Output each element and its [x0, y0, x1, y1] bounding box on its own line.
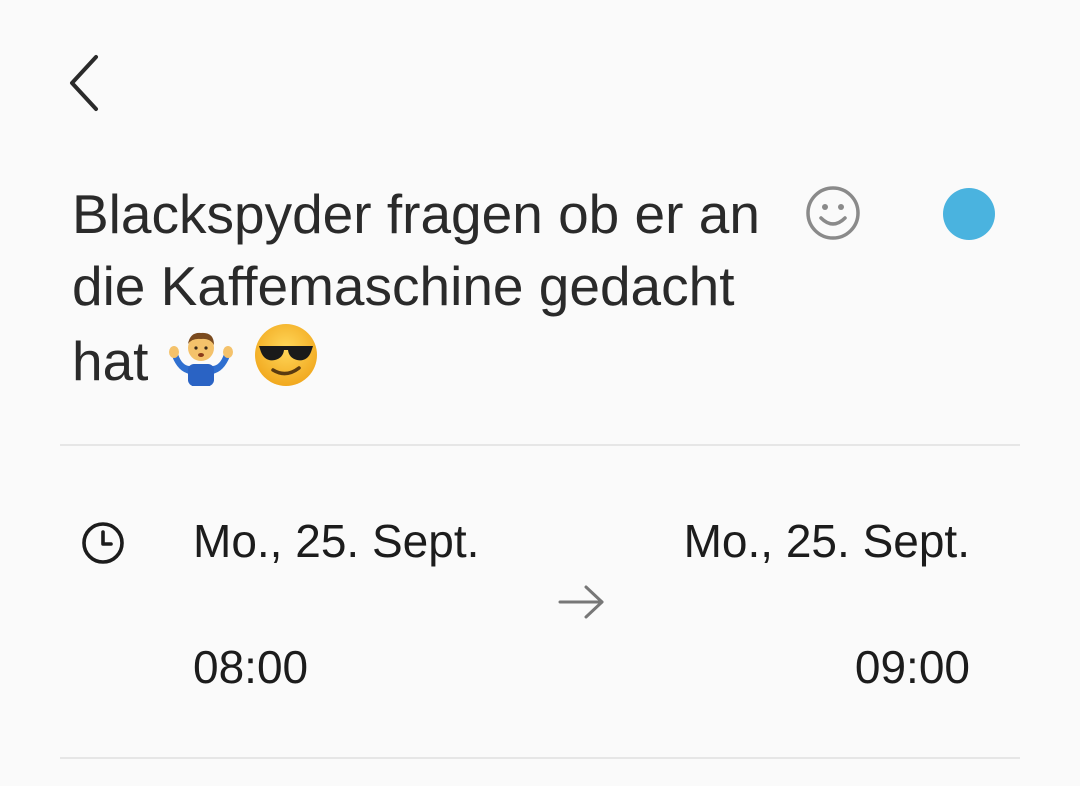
end-time[interactable]: 09:00	[855, 640, 970, 694]
back-button[interactable]	[56, 48, 112, 118]
event-title[interactable]: Blackspyder fragen ob er an die Kaffemas…	[72, 178, 772, 397]
event-color-dot[interactable]	[943, 188, 995, 240]
chevron-left-icon	[70, 55, 98, 111]
sunglasses-emoji	[255, 324, 318, 386]
divider	[60, 444, 1020, 446]
person-shrugging-emoji	[168, 332, 233, 386]
end-date[interactable]: Mo., 25. Sept.	[684, 514, 970, 568]
start-time[interactable]: 08:00	[193, 640, 308, 694]
arrow-right-icon	[558, 585, 604, 619]
divider	[60, 757, 1020, 759]
clock-icon	[82, 522, 124, 564]
event-detail-screen: Blackspyder fragen ob er an die Kaffemas…	[0, 0, 1080, 786]
start-date[interactable]: Mo., 25. Sept.	[193, 514, 479, 568]
smiley-outline-icon[interactable]	[804, 184, 862, 242]
